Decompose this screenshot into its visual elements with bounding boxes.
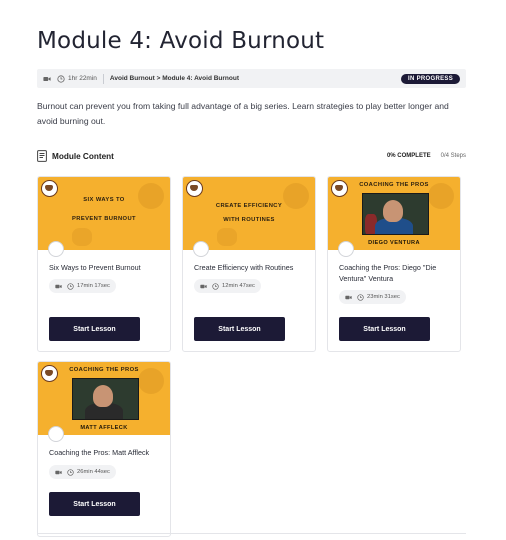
clock-icon: [67, 282, 74, 290]
lesson-thumbnail[interactable]: COACHING THE PROS MATT AFFLECK: [38, 362, 170, 435]
lesson-duration: 17min 17sec: [49, 279, 116, 293]
lesson-duration: 12min 47sec: [194, 279, 261, 293]
lesson-time: 23min 31sec: [367, 294, 400, 300]
video-camera-icon: [345, 295, 352, 299]
photo-figure: [383, 200, 403, 222]
status-badge: IN PROGRESS: [401, 73, 460, 84]
video-camera-icon: [43, 76, 51, 81]
divider: [37, 533, 466, 534]
start-lesson-button[interactable]: Start Lesson: [339, 317, 430, 341]
progress-percent: 0% COMPLETE: [386, 153, 431, 159]
thumbnail-heading: CREATE EFFICIENCY: [215, 203, 283, 209]
clock-icon: [212, 282, 219, 290]
player-photo: [362, 193, 429, 235]
thumbnail-heading: SIX WAYS TO: [83, 197, 125, 203]
start-lesson-button[interactable]: Start Lesson: [194, 317, 285, 341]
thumbnail-heading: COACHING THE PROS: [359, 182, 429, 188]
photo-figure: [93, 385, 113, 407]
video-camera-icon: [200, 284, 207, 288]
clock-icon: [57, 74, 65, 83]
lesson-thumbnail[interactable]: COACHING THE PROS DIEGO VENTURA: [328, 177, 460, 250]
player-photo: [72, 378, 139, 420]
lesson-thumbnail[interactable]: CREATE EFFICIENCY WITH ROUTINES: [183, 177, 315, 250]
module-description: Burnout can prevent you from taking full…: [37, 101, 449, 126]
decorative-mark: [217, 228, 237, 246]
decorative-mark: [72, 228, 92, 246]
lesson-card[interactable]: COACHING THE PROS DIEGO VENTURA Coaching…: [327, 176, 461, 352]
video-camera-icon: [55, 470, 62, 474]
lesson-card[interactable]: CREATE EFFICIENCY WITH ROUTINES Create E…: [182, 176, 316, 352]
brand-logo-icon: [41, 180, 58, 197]
video-camera-icon: [55, 284, 62, 288]
lesson-title[interactable]: Create Efficiency with Routines: [194, 263, 308, 274]
lesson-time: 17min 17sec: [77, 283, 110, 289]
thumbnail-heading: PREVENT BURNOUT: [72, 216, 136, 222]
document-icon: [37, 150, 47, 162]
lesson-thumbnail[interactable]: SIX WAYS TO PREVENT BURNOUT: [38, 177, 170, 250]
lesson-duration: 26min 44sec: [49, 465, 116, 479]
completion-circle-icon: [48, 241, 64, 257]
lesson-title[interactable]: Coaching the Pros: Diego "Die Ventura" V…: [339, 263, 453, 284]
lesson-card[interactable]: SIX WAYS TO PREVENT BURNOUT Six Ways to …: [37, 176, 171, 352]
completion-circle-icon: [338, 241, 354, 257]
lesson-title[interactable]: Six Ways to Prevent Burnout: [49, 263, 163, 274]
start-lesson-button[interactable]: Start Lesson: [49, 317, 140, 341]
breadcrumb[interactable]: Avoid Burnout > Module 4: Avoid Burnout: [110, 75, 239, 82]
module-duration: 1hr 22min: [68, 75, 97, 82]
completion-circle-icon: [48, 426, 64, 442]
lesson-card[interactable]: COACHING THE PROS MATT AFFLECK Coaching …: [37, 361, 171, 537]
decorative-mark: [138, 183, 164, 209]
progress-steps: 0/4 Steps: [440, 153, 466, 159]
lesson-title[interactable]: Coaching the Pros: Matt Affleck: [49, 448, 163, 459]
clock-icon: [67, 468, 74, 476]
thumbnail-heading: WITH ROUTINES: [223, 217, 275, 223]
completion-circle-icon: [193, 241, 209, 257]
lesson-duration: 23min 31sec: [339, 290, 406, 304]
divider: [102, 73, 104, 84]
brand-logo-icon: [186, 180, 203, 197]
lesson-time: 12min 47sec: [222, 283, 255, 289]
module-content-header: Module Content 0% COMPLETE 0/4 Steps: [37, 149, 466, 163]
module-content-title: Module Content: [52, 151, 114, 161]
clock-icon: [357, 293, 364, 301]
lesson-time: 26min 44sec: [77, 469, 110, 475]
module-info-bar: 1hr 22min Avoid Burnout > Module 4: Avoi…: [37, 69, 466, 88]
page-title: Module 4: Avoid Burnout: [37, 28, 325, 54]
thumbnail-heading: COACHING THE PROS: [69, 367, 139, 373]
start-lesson-button[interactable]: Start Lesson: [49, 492, 140, 516]
